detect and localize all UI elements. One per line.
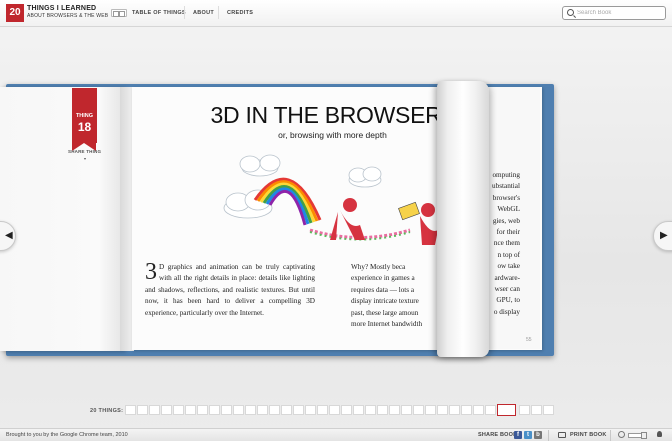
left-page[interactable] — [0, 87, 124, 351]
page-subtitle: or, browsing with more depth — [278, 130, 387, 140]
logo-badge[interactable]: 20 — [6, 4, 24, 22]
body-line: display intricate texture — [351, 297, 419, 306]
thing-thumbnail[interactable] — [519, 405, 530, 415]
lighting-slider[interactable] — [628, 433, 642, 438]
nav-credits[interactable]: CREDITS — [227, 10, 253, 16]
thing-thumbnail[interactable] — [341, 405, 352, 415]
thing-thumbnail[interactable] — [473, 405, 484, 415]
brightness-icon — [618, 431, 625, 438]
thing-thumbnail[interactable] — [437, 405, 448, 415]
thing-thumbnail[interactable] — [305, 405, 316, 415]
facebook-icon[interactable]: f — [514, 431, 522, 439]
thing-thumbnail[interactable] — [401, 405, 412, 415]
print-book-button[interactable]: PRINT BOOK — [570, 432, 607, 438]
thing-thumbnail[interactable] — [173, 405, 184, 415]
body-line: experience in games a — [351, 274, 415, 283]
page-number: 55 — [526, 337, 532, 343]
search-box[interactable] — [562, 6, 666, 20]
thing-thumbnail[interactable] — [137, 405, 148, 415]
nav-divider — [184, 6, 185, 19]
thing-thumbnail[interactable] — [233, 405, 244, 415]
thing-thumbnail[interactable] — [377, 405, 388, 415]
things-label: 20 THINGS: — [90, 408, 124, 414]
body-column-right: Why? Mostly beca experience in games a r… — [351, 262, 447, 332]
light-bulb-icon[interactable] — [657, 431, 662, 437]
thing-thumbnail[interactable] — [281, 405, 292, 415]
thing-thumbnail[interactable] — [125, 405, 136, 415]
thing-thumbnail[interactable] — [413, 405, 424, 415]
body-line: more Internet bandwidth — [351, 320, 423, 329]
thing-thumbnail[interactable] — [317, 405, 328, 415]
nav-divider — [218, 6, 219, 19]
thing-thumbnail[interactable] — [449, 405, 460, 415]
page-title: 3D IN THE BROWSER — [210, 102, 442, 128]
thing-thumbnail[interactable] — [425, 405, 436, 415]
footer-bar: Brought to you by the Google Chrome team… — [0, 428, 672, 441]
body-line: past, these large amoun — [351, 308, 419, 317]
slider-handle[interactable] — [641, 432, 647, 439]
thing-thumbnail[interactable] — [269, 405, 280, 415]
thing-thumbnail[interactable] — [531, 405, 542, 415]
thing-thumbnail[interactable] — [245, 405, 256, 415]
thing-thumbnail[interactable] — [221, 405, 232, 415]
credit-text: Brought to you by the Google Chrome team… — [6, 432, 128, 438]
thing-thumbnail[interactable] — [497, 404, 516, 416]
arrow-right-icon: ▶ — [660, 230, 668, 241]
thing-thumbnail[interactable] — [353, 405, 364, 415]
ribbon-number: 18 — [77, 120, 92, 134]
logo-subtitle: ABOUT BROWSERS & THE WEB — [27, 13, 109, 19]
drop-cap: 3 — [145, 259, 157, 285]
thing-thumbnail[interactable] — [185, 405, 196, 415]
thing-thumbnail[interactable] — [485, 405, 496, 415]
thing-thumbnail[interactable] — [543, 405, 554, 415]
share-thing-button[interactable]: SHARE THING — [68, 149, 101, 154]
next-page-button[interactable]: ▶ — [653, 221, 672, 251]
thing-thumbnail[interactable] — [197, 405, 208, 415]
top-bar: 20 THINGS I LEARNED ABOUT BROWSERS & THE… — [0, 0, 672, 27]
thing-thumbnail[interactable] — [329, 405, 340, 415]
chevron-down-icon[interactable]: ▾ — [84, 156, 86, 161]
thing-thumbnail[interactable] — [161, 405, 172, 415]
ribbon-label: THING — [75, 113, 94, 119]
body-line: Why? Mostly beca — [351, 263, 406, 271]
search-icon — [567, 9, 574, 16]
thing-thumbnail[interactable] — [209, 405, 220, 415]
page-turn-curl[interactable] — [437, 81, 489, 357]
thing-thumbnail[interactable] — [461, 405, 472, 415]
thing-thumbnail[interactable] — [389, 405, 400, 415]
nav-about[interactable]: ABOUT — [193, 10, 214, 16]
view-toggle-icon[interactable] — [111, 9, 127, 17]
printer-icon[interactable] — [558, 432, 566, 438]
body-text-left: D graphics and animation can be truly ca… — [145, 263, 315, 317]
search-input[interactable] — [577, 8, 663, 18]
body-line: requires data — lots a — [351, 285, 415, 294]
thing-thumbnail[interactable] — [149, 405, 160, 415]
thing-thumbnail[interactable] — [257, 405, 268, 415]
footer-divider — [610, 430, 611, 441]
body-column-left: 3D graphics and animation can be truly c… — [145, 259, 315, 319]
nav-table-of-things[interactable]: TABLE OF THINGS — [132, 10, 186, 16]
thing-ribbon: THING 18 — [72, 88, 97, 151]
footer-divider — [548, 430, 549, 441]
thing-thumbnail[interactable] — [293, 405, 304, 415]
rainbow-illustration — [223, 154, 438, 245]
thing-thumbnail[interactable] — [365, 405, 376, 415]
logo-title[interactable]: THINGS I LEARNED — [27, 5, 96, 12]
arrow-left-icon: ◀ — [5, 230, 13, 241]
buzz-icon[interactable]: b — [534, 431, 542, 439]
twitter-icon[interactable]: t — [524, 431, 532, 439]
